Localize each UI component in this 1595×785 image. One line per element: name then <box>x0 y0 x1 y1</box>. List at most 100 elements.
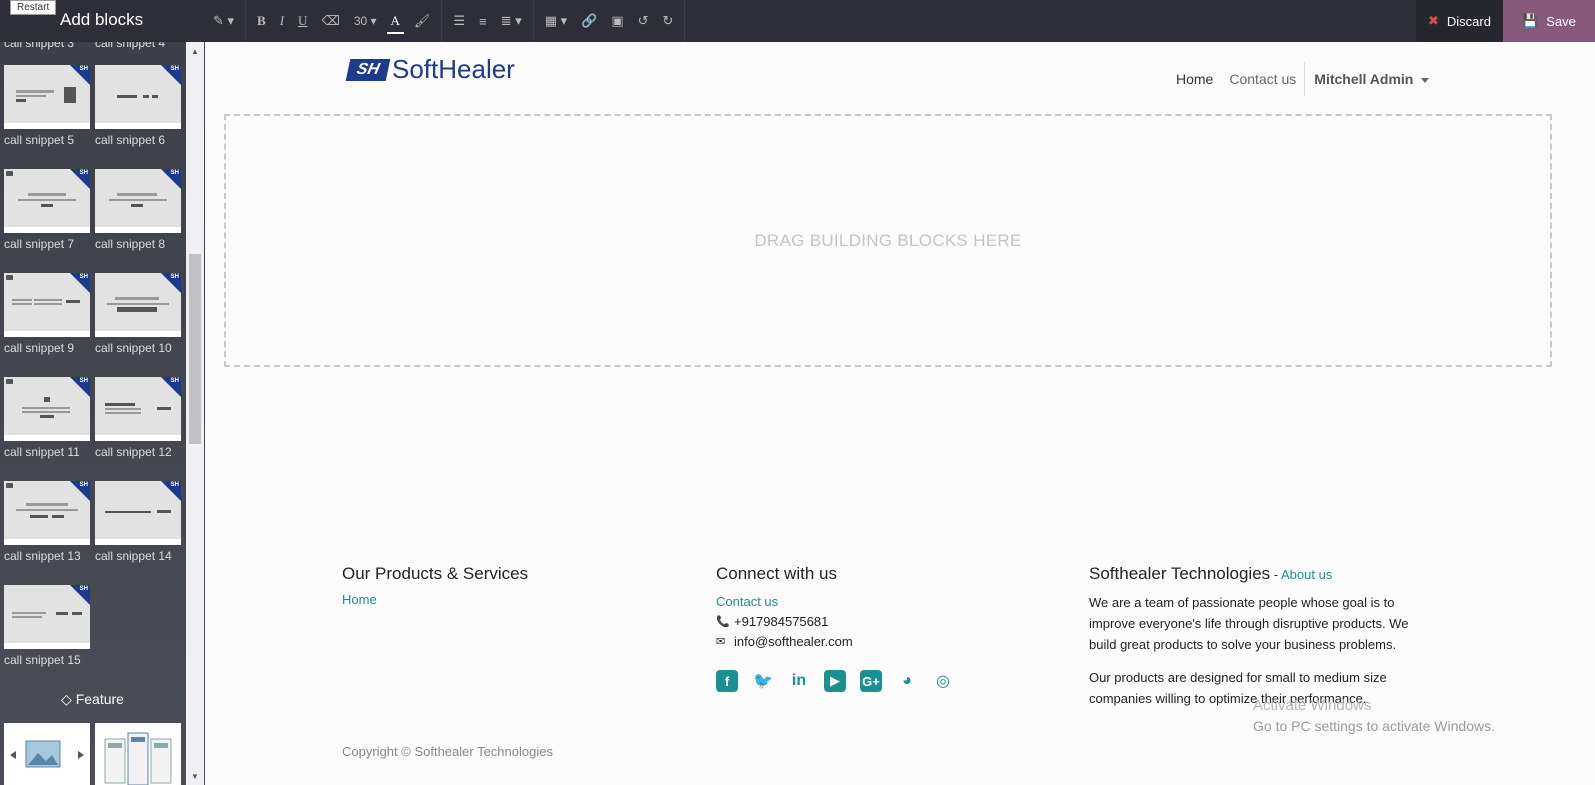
site-logo[interactable]: SH SoftHealer <box>345 54 515 85</box>
save-button[interactable]: 💾 Save <box>1503 0 1595 42</box>
save-icon: 💾 <box>1522 13 1539 28</box>
text-color-button[interactable]: A <box>386 0 405 42</box>
phone-row: 📞 +917984575681 <box>716 612 954 632</box>
google-plus-icon[interactable]: G+ <box>860 670 882 692</box>
font-size-dropdown[interactable]: 30 ▾ <box>354 0 377 42</box>
snippet-call-7[interactable]: SH call snippet 7 <box>4 169 90 251</box>
numbered-list-icon[interactable]: ≡ <box>479 0 487 42</box>
link-icon[interactable]: 🔗 <box>581 0 597 42</box>
logo-text: SoftHealer <box>392 54 515 84</box>
camera-icon <box>6 483 13 488</box>
chevron-down-icon <box>1421 77 1430 83</box>
bold-button[interactable]: B <box>257 0 266 42</box>
about-us-link[interactable]: About us <box>1281 567 1332 582</box>
table-icon[interactable]: ▦ ▾ <box>545 0 567 42</box>
snippet-call-9[interactable]: SH call snippet 9 <box>4 273 90 355</box>
snippet-label: call snippet 8 <box>95 237 166 251</box>
linkedin-icon[interactable]: in <box>788 670 810 692</box>
email-row: ✉ info@softhealer.com <box>716 632 954 652</box>
font-size-value: 30 <box>353 14 368 28</box>
feature-snippet-columns[interactable] <box>95 723 181 785</box>
snippet-call-10[interactable]: SH call snippet 10 <box>95 273 181 355</box>
snippet-thumbnail: SH <box>95 273 181 337</box>
snippet-label: call snippet 12 <box>95 445 172 459</box>
snippet-thumbnail: SH <box>95 169 181 233</box>
sidebar-scrollbar[interactable]: ▲ ▼ <box>186 42 204 785</box>
scroll-up-arrow-icon[interactable]: ▲ <box>186 44 204 60</box>
blocks-sidebar: call snippet 3 call snippet 4 SH call sn… <box>0 42 205 785</box>
footer-products: Our Products & Services Home <box>342 564 528 607</box>
site-nav: Home Contact us Mitchell Admin <box>1176 62 1430 96</box>
diamond-icon: ◇ <box>61 691 72 707</box>
formatting-tools: ✎ ▾ B I U ⌫ 30 ▾ A 🖌 ☰ ≡ ≣ ▾ ▦ ▾ 🔗 ▣ ↺ ↻ <box>206 0 689 42</box>
snippet-call-8[interactable]: SH call snippet 8 <box>95 169 181 251</box>
copyright-text: Copyright © Softhealer Technologies <box>342 744 553 759</box>
snippet-label: call snippet 3 <box>4 42 75 50</box>
footer-connect-title: Connect with us <box>716 564 837 583</box>
editor-toolbar: Restart Add blocks ✎ ▾ B I U ⌫ 30 ▾ A 🖌 … <box>0 0 1595 42</box>
undo-icon[interactable]: ↺ <box>638 0 649 42</box>
snippet-label: call snippet 4 <box>95 42 166 50</box>
align-icon[interactable]: ≣ ▾ <box>501 0 522 42</box>
facebook-icon[interactable]: f <box>716 670 738 692</box>
snippet-call-12[interactable]: SH call snippet 12 <box>95 377 181 459</box>
snippet-thumbnail: SH <box>4 273 90 337</box>
footer-company-title: Softhealer Technologies - About us <box>1089 564 1333 583</box>
snippet-label: call snippet 15 <box>4 653 81 667</box>
snippet-thumbnail: SH <box>95 65 181 129</box>
italic-button[interactable]: I <box>280 0 284 42</box>
snippet-thumbnail: SH <box>4 481 90 545</box>
snippet-call-13[interactable]: SH call snippet 13 <box>4 481 90 563</box>
social-links: f 🐦 in ▶ G+ ◕ ◎ <box>716 670 954 692</box>
footer-company: Softhealer Technologies - About us We ar… <box>1089 564 1439 709</box>
scroll-thumb[interactable] <box>189 254 201 444</box>
twitter-icon[interactable]: 🐦 <box>752 670 774 692</box>
footer-contact-link[interactable]: Contact us <box>716 592 954 612</box>
snippet-label: call snippet 11 <box>4 445 80 459</box>
snippet-call-15[interactable]: SH call snippet 15 <box>4 585 90 667</box>
underline-button[interactable]: U <box>298 0 307 42</box>
instagram-icon[interactable]: ◎ <box>932 670 954 692</box>
snippet-thumbnail: SH <box>4 585 90 649</box>
nav-divider <box>1304 62 1306 96</box>
image-gallery-icon <box>10 740 84 768</box>
nav-contact[interactable]: Contact us <box>1229 71 1296 87</box>
snippet-call-14[interactable]: SH call snippet 14 <box>95 481 181 563</box>
snippet-label: call snippet 5 <box>4 133 75 147</box>
restart-tooltip: Restart <box>10 0 57 15</box>
feature-snippet-gallery[interactable] <box>4 723 90 785</box>
drop-zone-text: DRAG BUILDING BLOCKS HERE <box>754 230 1022 250</box>
user-menu[interactable]: Mitchell Admin <box>1314 71 1430 87</box>
brush-icon[interactable]: 🖌 <box>414 0 431 42</box>
snippet-thumbnail: SH <box>95 377 181 441</box>
scroll-down-arrow-icon[interactable]: ▼ <box>186 769 204 785</box>
discard-button[interactable]: ✖ Discard <box>1416 0 1503 42</box>
snippet-call-6[interactable]: SH call snippet 6 <box>95 65 181 147</box>
email-address[interactable]: info@softhealer.com <box>734 632 853 652</box>
eraser-icon[interactable]: ⌫ <box>321 0 339 42</box>
logo-mark: SH <box>345 58 391 81</box>
feature-section-heading: ◇ Feature <box>61 691 124 707</box>
image-icon[interactable]: ▣ <box>611 0 623 42</box>
save-label: Save <box>1546 13 1576 29</box>
snippet-label: call snippet 6 <box>95 133 166 147</box>
snippet-call-5[interactable]: SH call snippet 5 <box>4 65 90 147</box>
discard-label: Discard <box>1446 13 1491 29</box>
bullet-list-icon[interactable]: ☰ <box>453 0 465 42</box>
camera-icon <box>6 171 13 176</box>
footer-home-link[interactable]: Home <box>342 592 528 607</box>
magic-wand-icon[interactable]: ✎ ▾ <box>213 0 234 42</box>
toolbar-separator <box>441 0 443 42</box>
camera-icon <box>6 379 13 384</box>
nav-home[interactable]: Home <box>1176 71 1213 87</box>
snippet-call-11[interactable]: SH call snippet 11 <box>4 377 90 459</box>
snippet-label: call snippet 9 <box>4 341 75 355</box>
youtube-icon[interactable]: ▶ <box>824 670 846 692</box>
columns-icon <box>104 732 172 785</box>
footer-connect: Connect with us Contact us 📞 +9179845756… <box>716 564 954 692</box>
snippet-label: call snippet 10 <box>95 341 172 355</box>
snippet-thumbnail: SH <box>4 169 90 233</box>
drop-zone[interactable]: DRAG BUILDING BLOCKS HERE <box>224 114 1552 367</box>
redo-icon[interactable]: ↻ <box>663 0 674 42</box>
github-icon[interactable]: ◕ <box>896 670 918 692</box>
